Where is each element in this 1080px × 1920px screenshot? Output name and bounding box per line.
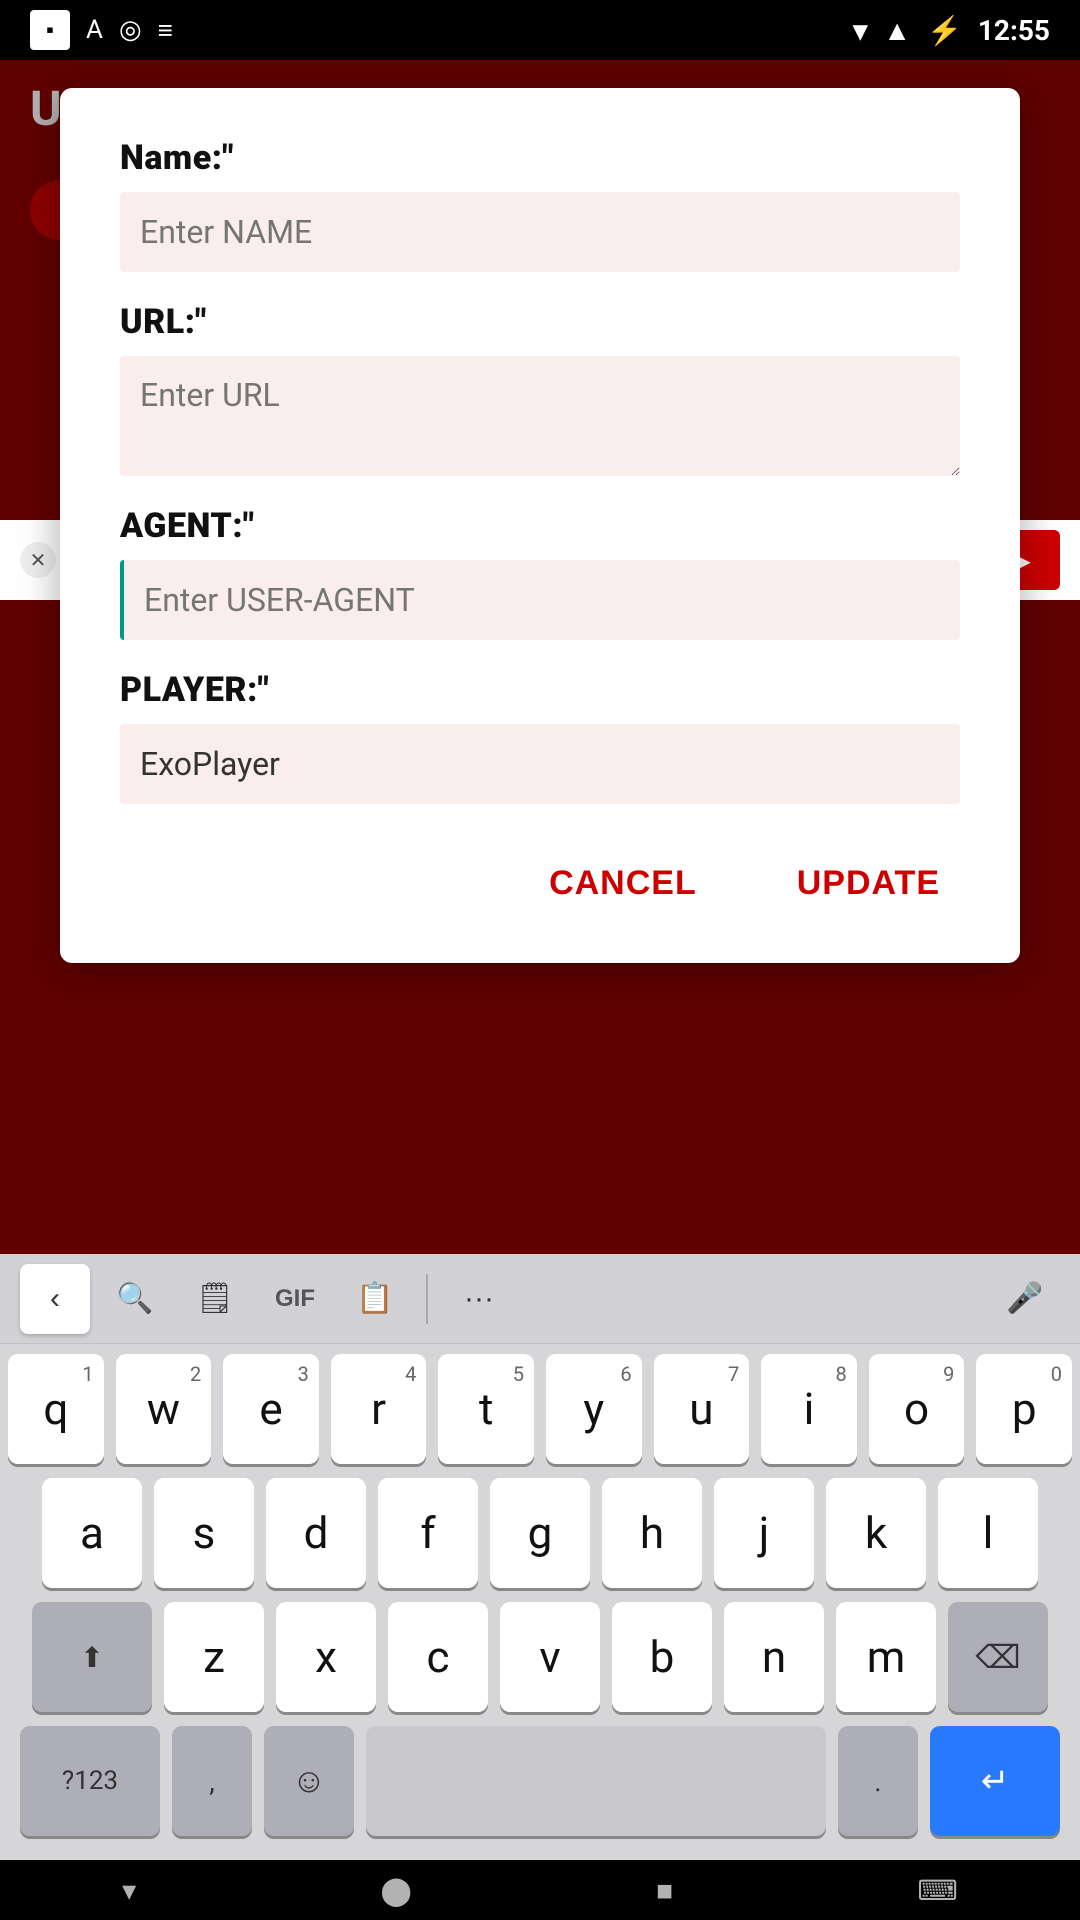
key-a[interactable]: a [42, 1478, 142, 1588]
keyboard-sticker-button[interactable]: 🗒 [180, 1264, 250, 1334]
key-y[interactable]: 6y [546, 1354, 642, 1464]
keyboard-clipboard-button[interactable]: 📋 [340, 1264, 410, 1334]
keyboard-more-button[interactable]: ··· [444, 1264, 514, 1334]
name-input[interactable] [120, 192, 960, 272]
status-icon-circle: ◎ [119, 15, 142, 45]
key-b[interactable]: b [612, 1602, 712, 1712]
status-icon-menu: ≡ [158, 15, 173, 46]
key-v[interactable]: v [500, 1602, 600, 1712]
key-backspace[interactable]: ⌫ [948, 1602, 1048, 1712]
app-icon-white: ▪ [30, 10, 70, 50]
status-bar: ▪ A ◎ ≡ ▾ ▲ ⚡ 12:55 [0, 0, 1080, 60]
keyboard-gif-button[interactable]: GIF [260, 1264, 330, 1334]
ad-close-icon: ✕ [20, 542, 56, 578]
key-comma[interactable]: , [172, 1726, 252, 1836]
key-q[interactable]: 1q [8, 1354, 104, 1464]
update-button[interactable]: UPDATE [777, 854, 960, 913]
signal-icon: ▲ [883, 14, 911, 47]
keyboard-mic-button[interactable]: 🎤 [990, 1264, 1060, 1334]
key-x[interactable]: x [276, 1602, 376, 1712]
name-label: Name:" [120, 138, 960, 178]
agent-label: AGENT:" [120, 506, 960, 546]
url-label: URL:" [120, 302, 960, 342]
key-m[interactable]: m [836, 1602, 936, 1712]
status-bar-right: ▾ ▲ ⚡ 12:55 [853, 14, 1050, 47]
keyboard-back-button[interactable]: ‹ [20, 1264, 90, 1334]
url-input[interactable] [120, 356, 960, 476]
key-numbers[interactable]: ?123 [20, 1726, 160, 1836]
keyboard-rows: 1q 2w 3e 4r 5t 6y 7u 8i 9o 0p a s d f g … [0, 1344, 1080, 1860]
edit-stream-dialog: Name:" URL:" AGENT:" PLAYER:" CANCEL UPD… [60, 88, 1020, 963]
key-k[interactable]: k [826, 1478, 926, 1588]
keyboard-toolbar-divider [426, 1274, 428, 1324]
status-bar-left: ▪ A ◎ ≡ [30, 10, 173, 50]
keyboard-row-4: ?123 , ☺ . ↵ [8, 1726, 1072, 1836]
key-f[interactable]: f [378, 1478, 478, 1588]
key-r[interactable]: 4r [331, 1354, 427, 1464]
key-h[interactable]: h [602, 1478, 702, 1588]
status-time: 12:55 [978, 14, 1050, 47]
battery-icon: ⚡ [927, 14, 962, 47]
key-w[interactable]: 2w [116, 1354, 212, 1464]
player-input[interactable] [120, 724, 960, 804]
key-c[interactable]: c [388, 1602, 488, 1712]
cancel-button[interactable]: CANCEL [529, 854, 717, 913]
key-space[interactable] [366, 1726, 826, 1836]
key-t[interactable]: 5t [438, 1354, 534, 1464]
key-u[interactable]: 7u [654, 1354, 750, 1464]
dialog-actions: CANCEL UPDATE [120, 854, 960, 913]
status-icon-a: A [86, 15, 103, 45]
keyboard-search-button[interactable]: 🔍 [100, 1264, 170, 1334]
key-n[interactable]: n [724, 1602, 824, 1712]
key-j[interactable]: j [714, 1478, 814, 1588]
key-l[interactable]: l [938, 1478, 1038, 1588]
keyboard-row-3: ⬆ z x c v b n m ⌫ [8, 1602, 1072, 1712]
key-enter[interactable]: ↵ [930, 1726, 1060, 1836]
keyboard-row-2: a s d f g h j k l [8, 1478, 1072, 1588]
key-s[interactable]: s [154, 1478, 254, 1588]
key-g[interactable]: g [490, 1478, 590, 1588]
agent-input[interactable] [120, 560, 960, 640]
key-d[interactable]: d [266, 1478, 366, 1588]
key-o[interactable]: 9o [869, 1354, 965, 1464]
player-label: PLAYER:" [120, 670, 960, 710]
key-emoji[interactable]: ☺ [264, 1726, 354, 1836]
key-z[interactable]: z [164, 1602, 264, 1712]
key-shift[interactable]: ⬆ [32, 1602, 152, 1712]
key-p[interactable]: 0p [976, 1354, 1072, 1464]
key-e[interactable]: 3e [223, 1354, 319, 1464]
keyboard: ‹ 🔍 🗒 GIF 📋 ··· 🎤 1q 2w 3e 4r 5t 6y 7u 8… [0, 1254, 1080, 1860]
keyboard-row-1: 1q 2w 3e 4r 5t 6y 7u 8i 9o 0p [8, 1354, 1072, 1464]
wifi-icon: ▾ [853, 14, 867, 47]
key-period[interactable]: . [838, 1726, 918, 1836]
keyboard-toolbar: ‹ 🔍 🗒 GIF 📋 ··· 🎤 [0, 1254, 1080, 1344]
key-i[interactable]: 8i [761, 1354, 857, 1464]
